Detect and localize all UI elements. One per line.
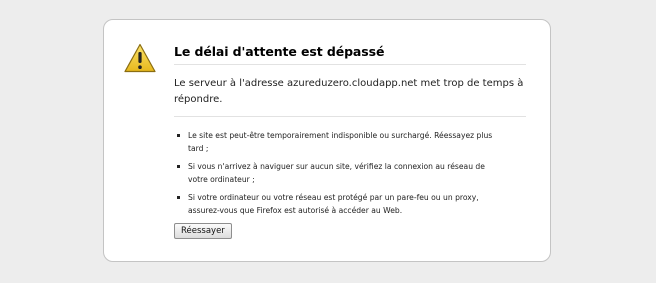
suggestion-item: Si vous n'arrivez à naviguer sur aucun s… bbox=[177, 160, 526, 186]
suggestion-text: Le site est peut-être temporairement ind… bbox=[188, 131, 493, 153]
error-content: Le délai d'attente est dépassé Le serveu… bbox=[174, 44, 526, 222]
warning-icon bbox=[124, 43, 156, 73]
bullet-icon bbox=[177, 134, 180, 137]
error-title: Le délai d'attente est dépassé bbox=[174, 44, 526, 65]
retry-button[interactable]: Réessayer bbox=[174, 223, 232, 239]
suggestion-text: Si vous n'arrivez à naviguer sur aucun s… bbox=[188, 162, 485, 184]
error-short-description: Le serveur à l'adresse azureduzero.cloud… bbox=[174, 76, 526, 117]
error-page-container: Le délai d'attente est dépassé Le serveu… bbox=[103, 19, 551, 262]
error-suggestions-list: Le site est peut-être temporairement ind… bbox=[174, 129, 526, 217]
suggestion-item: Si votre ordinateur ou votre réseau est … bbox=[177, 191, 526, 217]
suggestion-item: Le site est peut-être temporairement ind… bbox=[177, 129, 526, 155]
bullet-icon bbox=[177, 196, 180, 199]
bullet-icon bbox=[177, 165, 180, 168]
suggestion-text: Si votre ordinateur ou votre réseau est … bbox=[188, 193, 479, 215]
